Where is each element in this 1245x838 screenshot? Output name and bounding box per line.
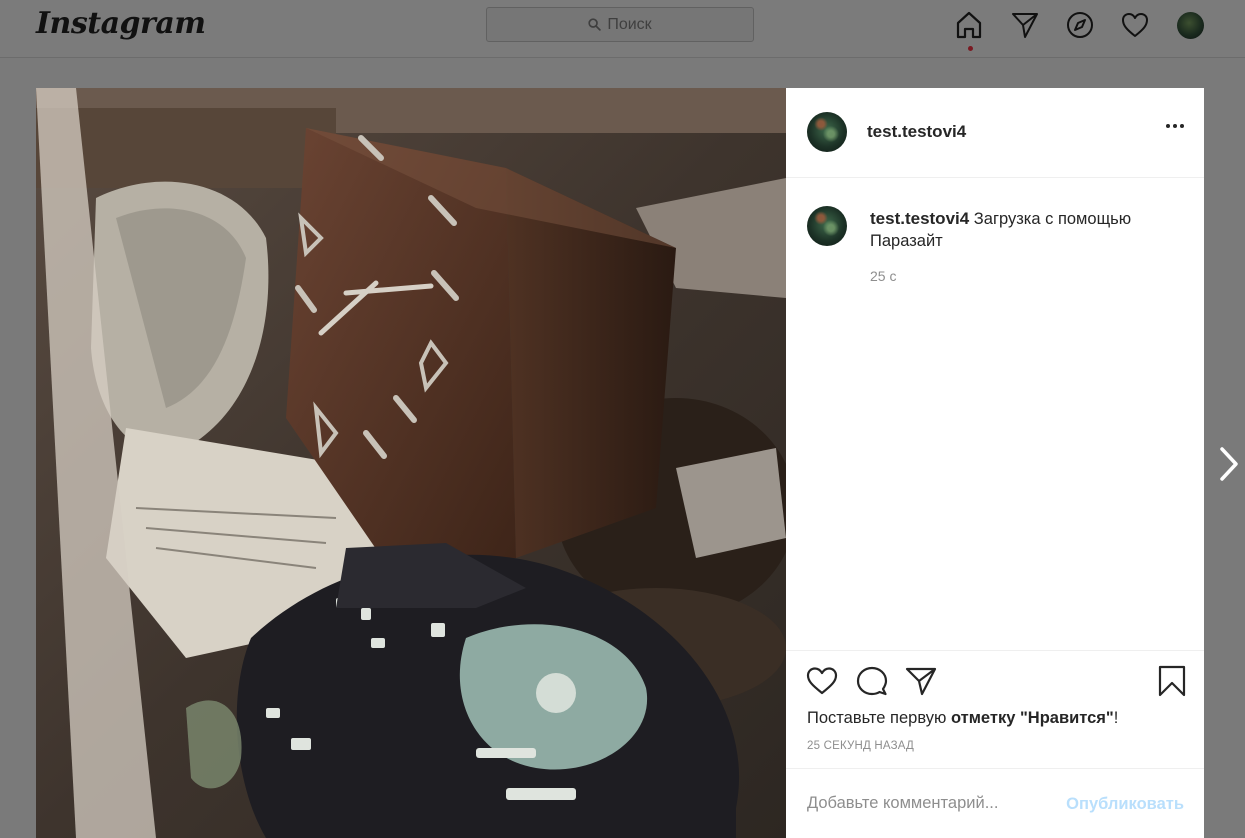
like-heart-icon[interactable]: [806, 665, 838, 697]
likes-suffix: !: [1113, 709, 1119, 727]
caption-text: test.testovi4 Загрузка с помощью Паразай…: [870, 208, 1170, 252]
explore-icon[interactable]: [1065, 10, 1097, 42]
post-time-ago[interactable]: 25 СЕКУНД НАЗАД: [807, 740, 914, 752]
direct-icon[interactable]: [1010, 10, 1042, 42]
save-bookmark-icon[interactable]: [1156, 665, 1188, 697]
comment-form: Опубликовать: [786, 768, 1204, 838]
caption-username[interactable]: test.testovi4: [870, 209, 969, 228]
publish-button[interactable]: Опубликовать: [1066, 795, 1184, 814]
caption-timestamp[interactable]: 25 с: [870, 268, 896, 284]
comment-input[interactable]: [807, 794, 1057, 813]
instagram-logo[interactable]: Instagram: [36, 6, 206, 41]
post-image-illustration: [36, 88, 786, 838]
post-actions-bar: [786, 665, 1204, 710]
post-details-panel: test.testovi4 test.testovi4 Загрузка с п…: [786, 88, 1204, 838]
likes-link[interactable]: отметку "Нравится": [951, 709, 1114, 727]
share-direct-icon[interactable]: [905, 665, 937, 697]
post-image: [36, 88, 786, 838]
caption-section: test.testovi4 Загрузка с помощью Паразай…: [786, 88, 1204, 651]
caption-avatar[interactable]: [807, 206, 847, 246]
top-navigation-bar: Instagram Поиск: [0, 0, 1245, 58]
search-icon: [588, 18, 602, 31]
home-icon[interactable]: [954, 10, 986, 42]
comment-bubble-icon[interactable]: [856, 665, 888, 697]
search-placeholder: Поиск: [607, 15, 652, 33]
profile-avatar[interactable]: [1177, 12, 1204, 39]
home-active-dot: [968, 46, 973, 51]
next-post-arrow-icon[interactable]: [1216, 444, 1242, 484]
likes-prefix: Поставьте первую: [807, 709, 951, 727]
activity-heart-icon[interactable]: [1120, 10, 1152, 42]
search-field[interactable]: Поиск: [486, 7, 754, 42]
likes-summary: Поставьте первую отметку "Нравится"!: [807, 709, 1118, 728]
